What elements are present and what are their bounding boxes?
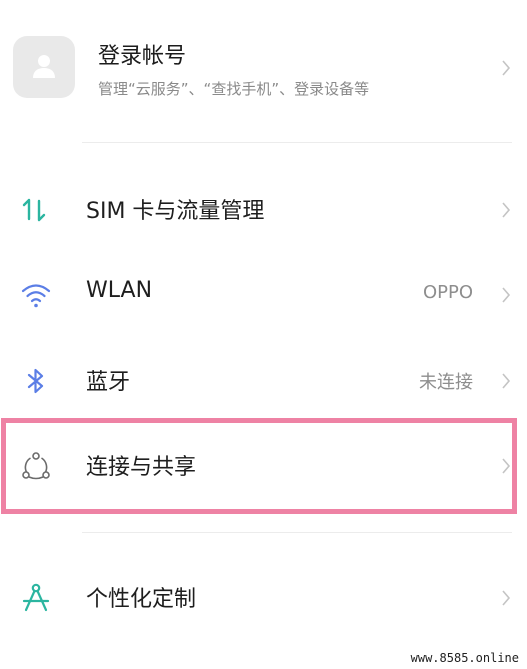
settings-item-label: 个性化定制 bbox=[86, 587, 197, 612]
settings-item-label: SIM 卡与流量管理 bbox=[86, 199, 265, 224]
account-title: 登录帐号 bbox=[98, 44, 187, 69]
chevron-right-icon bbox=[501, 588, 511, 608]
wifi-icon bbox=[18, 277, 54, 313]
account-subtitle: 管理“云服务”、“查找手机”、登录设备等 bbox=[98, 80, 370, 98]
divider bbox=[82, 142, 512, 143]
sim-traffic-icon bbox=[18, 192, 54, 228]
settings-item-value: 未连接 bbox=[419, 372, 473, 393]
settings-item-label: WLAN bbox=[86, 278, 153, 303]
settings-item-personalization[interactable]: 个性化定制 bbox=[0, 563, 527, 633]
chevron-right-icon bbox=[501, 58, 511, 78]
chevron-right-icon bbox=[501, 371, 511, 391]
account-login-row[interactable]: 登录帐号 管理“云服务”、“查找手机”、登录设备等 bbox=[0, 28, 527, 118]
highlight-frame bbox=[1, 418, 517, 514]
settings-item-label: 蓝牙 bbox=[86, 370, 131, 395]
settings-item-value: OPPO bbox=[422, 282, 473, 303]
divider bbox=[82, 532, 512, 533]
settings-item-sim[interactable]: SIM 卡与流量管理 bbox=[0, 175, 527, 245]
settings-item-wlan[interactable]: WLAN OPPO bbox=[0, 260, 527, 330]
user-avatar-icon bbox=[13, 36, 75, 98]
personalization-icon bbox=[18, 580, 54, 616]
chevron-right-icon bbox=[501, 285, 511, 305]
watermark-text: www.8585.online bbox=[408, 651, 521, 665]
bluetooth-icon bbox=[18, 363, 54, 399]
chevron-right-icon bbox=[501, 200, 511, 220]
settings-item-bluetooth[interactable]: 蓝牙 未连接 bbox=[0, 346, 527, 416]
